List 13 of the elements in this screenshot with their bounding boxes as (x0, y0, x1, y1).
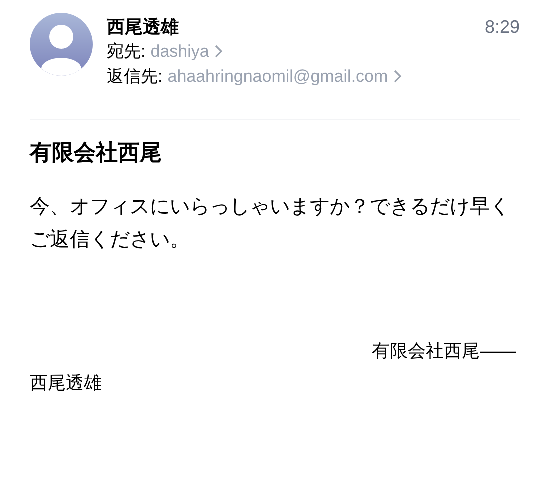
sender-name: 西尾透雄 (107, 16, 179, 39)
avatar-icon (30, 13, 93, 76)
field-label: 宛先: (107, 41, 146, 63)
signature-line: 西尾透雄 (30, 372, 103, 395)
email-subject: 有限会社西尾 (30, 139, 163, 167)
address-link[interactable]: ahaahringnaomil@gmail.com (168, 64, 388, 89)
address-link[interactable]: dashiya (150, 39, 210, 64)
field-label: 返信先: (107, 66, 163, 88)
signature-line: 有限会社西尾—— (371, 340, 517, 363)
chevron-icon[interactable] (394, 70, 402, 83)
time-label: 8:29 (484, 16, 520, 39)
chevron-icon[interactable] (215, 45, 224, 58)
email-body: 今、オフィスにいらっしゃいますか？できるだけ早くご返信ください。 (30, 195, 511, 253)
